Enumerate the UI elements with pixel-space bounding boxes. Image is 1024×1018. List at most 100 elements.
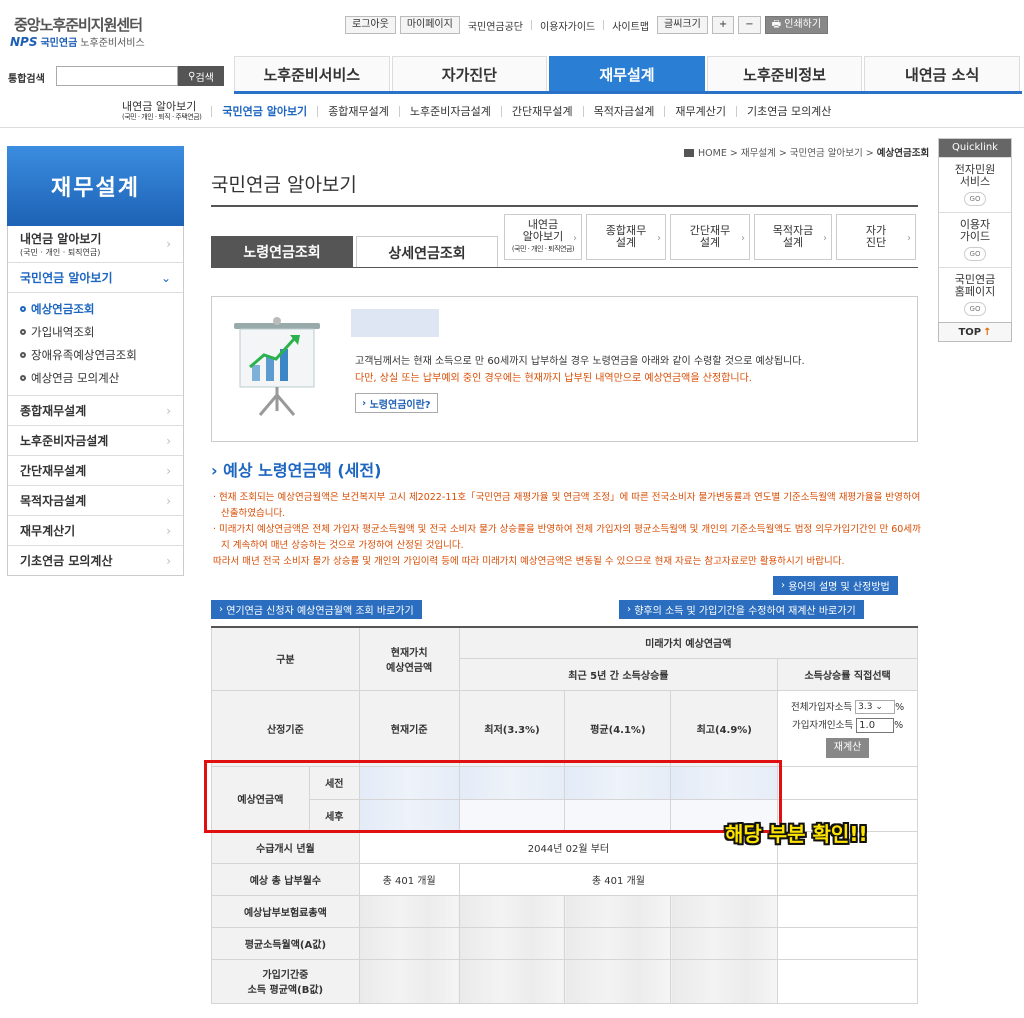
lnb-sub-disability-survivor[interactable]: 장애유족예상연금조회 — [20, 343, 171, 366]
chevron-right-icon: › — [657, 233, 661, 244]
gnb-financial-planning[interactable]: 재무설계 — [549, 56, 705, 91]
sitemap-link[interactable]: 사이트맵 — [608, 18, 653, 33]
quicklink-e-service[interactable]: 전자민원 서비스 GO — [939, 157, 1011, 212]
all-income-select[interactable]: 3.3 ⌄ — [855, 700, 896, 714]
recalculate-link-button[interactable]: › 향후의 소득 및 가입기간을 수정하여 재계산 바로가기 — [619, 600, 864, 619]
gnb-retirement-service[interactable]: 노후준비서비스 — [234, 56, 390, 91]
lnb-comprehensive[interactable]: 종합재무설계 › — [8, 395, 183, 425]
redacted-value — [564, 958, 672, 1004]
terms-explanation-button[interactable]: › 용어의 설명 및 산정방법 — [773, 576, 898, 595]
snb-basic-pension[interactable]: 기초연금 모의계산 — [735, 106, 841, 117]
search-input[interactable] — [56, 66, 178, 86]
empty-cell — [777, 765, 918, 800]
divider — [531, 20, 533, 30]
lnb-basic-pension-label: 기초연금 모의계산 — [20, 554, 113, 568]
breadcrumb-current: 예상연금조회 — [876, 148, 930, 159]
go-badge: GO — [963, 302, 987, 316]
personal-income-input[interactable]: 1.0 — [856, 717, 895, 733]
snb-purpose-fund[interactable]: 목적자금설계 — [582, 106, 665, 117]
quicklink-label: 서비스 — [959, 175, 991, 188]
shortcut-my-pension[interactable]: 내연금 알아보기 (국민 · 개인 · 퇴직연금) › — [504, 214, 582, 260]
gnb-pension-news[interactable]: 내연금 소식 — [864, 56, 1020, 91]
empty-cell — [777, 862, 918, 896]
redacted-value — [564, 926, 672, 960]
tab-detailed-pension[interactable]: 상세연금조회 — [356, 236, 498, 268]
postponed-pension-button[interactable]: › 연기연금 신청자 예상연금월액 조회 바로가기 — [211, 600, 422, 619]
snb-calculator[interactable]: 재무계산기 — [664, 106, 736, 117]
chevron-down-icon: ⌄ — [875, 702, 883, 712]
snb-retirement-fund[interactable]: 노후준비자금설계 — [398, 106, 501, 117]
chevron-right-icon: › — [219, 604, 227, 615]
lnb-calculator[interactable]: 재무계산기 › — [8, 515, 183, 545]
breadcrumb-item[interactable]: 국민연금 알아보기 — [790, 148, 863, 159]
snb-simple-plan[interactable]: 간단재무설계 — [500, 106, 583, 117]
months-future: 총 401 개월 — [458, 862, 779, 896]
nps-logo-sub: 노후준비서비스 — [80, 38, 145, 49]
nps-link[interactable]: 국민연금공단 — [464, 18, 527, 33]
redacted-value — [670, 958, 779, 1004]
basis-min: 최저(3.3%) — [458, 689, 566, 767]
header-direct-select: 소득상승률 직접선택 — [777, 657, 918, 691]
font-size-minus-button[interactable]: − — [738, 16, 761, 34]
guide-link[interactable]: 이용자가이드 — [536, 18, 599, 33]
gnb-self-diagnosis[interactable]: 자가진단 — [391, 56, 548, 91]
lnb-purpose-fund[interactable]: 목적자금설계 › — [8, 485, 183, 515]
chevron-right-icon: › — [211, 461, 218, 480]
lnb-sub-simulation[interactable]: 예상연금 모의계산 — [20, 366, 171, 389]
logout-button[interactable]: 로그아웃 — [345, 16, 396, 34]
print-button[interactable]: 🖶 인쇄하기 — [764, 16, 829, 34]
title-divider — [211, 205, 918, 207]
old-age-pension-info-button[interactable]: › 노령연금이란? — [355, 393, 438, 413]
nps-logo[interactable]: NPS 국민연금 노후준비서비스 — [10, 34, 145, 50]
breadcrumb-home[interactable]: HOME — [698, 148, 727, 159]
tab-old-age-pension[interactable]: 노령연금조회 — [211, 236, 353, 268]
tab-divider — [211, 267, 918, 268]
top-button[interactable]: TOP ↑ — [938, 322, 1012, 342]
shortcut-simple-plan[interactable]: 간단재무 설계 › — [670, 214, 750, 260]
table-row: 예상 총 납부월수 총 401 개월 총 401 개월 — [211, 862, 918, 896]
search-button-label: 검색 — [195, 72, 214, 84]
lnb-simple-plan[interactable]: 간단재무설계 › — [8, 455, 183, 485]
empty-cell — [777, 926, 918, 960]
shortcut-purpose-fund[interactable]: 목적자금 설계 › — [754, 214, 832, 260]
lnb-retirement-fund[interactable]: 노후준비자금설계 › — [8, 425, 183, 455]
chevron-right-icon: › — [166, 403, 171, 418]
basis-max: 최고(4.9%) — [670, 689, 779, 767]
recalculate-button[interactable]: 재계산 — [825, 737, 870, 758]
shortcut-self-diagnosis[interactable]: 자가 진단 › — [836, 214, 916, 260]
info-line-2: 다만, 상실 또는 납부예외 중인 경우에는 현재까지 납부된 내역만으로 예상… — [355, 373, 752, 384]
gnb-retirement-info[interactable]: 노후준비정보 — [706, 56, 863, 91]
home-icon — [684, 149, 694, 157]
lnb-basic-pension[interactable]: 기초연금 모의계산 › — [8, 545, 183, 575]
period-label-line: 가입기간중 — [262, 970, 309, 981]
all-income-value: 3.3 — [858, 702, 873, 712]
section-title: › 예상 노령연금액 (세전) — [211, 457, 381, 481]
mypage-button[interactable]: 마이페이지 — [399, 16, 460, 34]
months-label: 예상 총 납부월수 — [211, 862, 360, 896]
user-name-redacted — [351, 309, 439, 337]
site-logo-title[interactable]: 중앙노후준비지원센터 — [14, 14, 143, 35]
snb-my-pension[interactable]: 내연금 알아보기 (국민 · 개인 · 퇴직 · 주택연금) — [122, 101, 202, 123]
shortcut-label: 알아보기 — [522, 230, 564, 243]
redacted-value — [670, 894, 779, 928]
font-size-plus-button[interactable]: + — [711, 16, 735, 34]
lnb-national-pension[interactable]: 국민연금 알아보기 ⌄ — [8, 262, 183, 292]
lnb-my-pension[interactable]: 내연금 알아보기 (국민 · 개인 · 퇴직연금) › — [8, 226, 183, 262]
nps-logo-org: 국민연금 — [40, 38, 78, 49]
lnb-simple-plan-label: 간단재무설계 — [20, 464, 87, 478]
redacted-value — [358, 894, 460, 928]
snb-national-pension[interactable]: 국민연금 알아보기 — [211, 106, 317, 117]
premium-label: 예상납부보험료총액 — [211, 894, 360, 928]
all-income-label: 전체가입자소득 — [790, 701, 853, 713]
chevron-right-icon: › — [362, 397, 370, 409]
quicklink-user-guide[interactable]: 이용자 가이드 GO — [939, 212, 1011, 267]
snb-comprehensive[interactable]: 종합재무설계 — [317, 106, 399, 117]
redacted-value — [458, 894, 566, 928]
lnb-sub-expected-pension[interactable]: 예상연금조회 — [20, 297, 171, 320]
lnb-sub-enrollment[interactable]: 가입내역조회 — [20, 320, 171, 343]
quicklink-nps-home[interactable]: 국민연금 홈페이지 GO — [939, 267, 1011, 322]
shortcut-comprehensive[interactable]: 종합재무 설계 › — [586, 214, 666, 260]
search-button[interactable]: ⚲ 검색 — [178, 66, 224, 86]
breadcrumb-item[interactable]: 재무설계 — [741, 148, 776, 159]
start-label: 수급개시 년월 — [211, 830, 360, 864]
